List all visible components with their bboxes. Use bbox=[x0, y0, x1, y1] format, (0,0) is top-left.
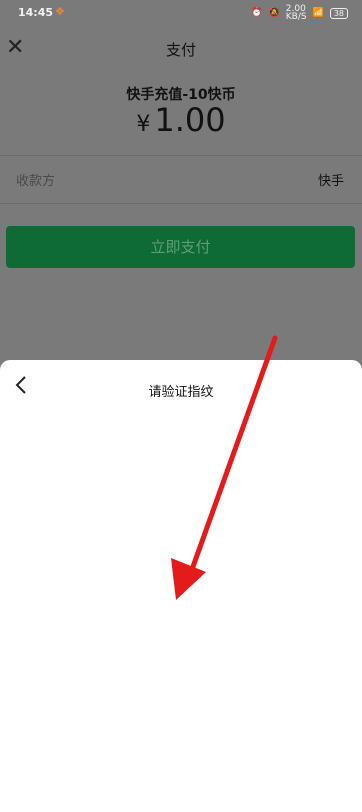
payee-row: 收款方 快手 bbox=[16, 170, 346, 189]
status-time: 14:45 bbox=[18, 6, 54, 19]
network-speed: 2.00 KB/S bbox=[285, 4, 307, 22]
divider bbox=[0, 155, 362, 156]
battery-indicator: 38 bbox=[329, 7, 348, 19]
divider bbox=[0, 203, 362, 204]
nav-bar: ✕ 支付 bbox=[0, 30, 362, 68]
currency-symbol: ¥ bbox=[136, 112, 151, 137]
page-title: 支付 bbox=[165, 41, 196, 59]
pay-now-button[interactable]: 立即支付 bbox=[6, 226, 355, 268]
mute-icon: 🔕 bbox=[268, 8, 280, 18]
signal-icon: 📶 bbox=[312, 8, 324, 18]
status-bar: 14:45 ❖ ⏰ 🔕 2.00 KB/S 📶 38 bbox=[0, 0, 362, 26]
alarm-icon: ⏰ bbox=[251, 8, 263, 18]
payee-label: 收款方 bbox=[16, 174, 56, 189]
amount-value: 1.00 bbox=[154, 101, 226, 139]
payment-amount: ¥1.00 bbox=[0, 101, 362, 139]
fingerprint-sheet: 请验证指纹 bbox=[0, 360, 362, 812]
status-icons: ⏰ 🔕 2.00 KB/S 📶 38 bbox=[251, 4, 348, 22]
payee-value: 快手 bbox=[317, 174, 344, 189]
notification-icon: ❖ bbox=[55, 5, 65, 18]
sheet-title: 请验证指纹 bbox=[148, 385, 214, 400]
